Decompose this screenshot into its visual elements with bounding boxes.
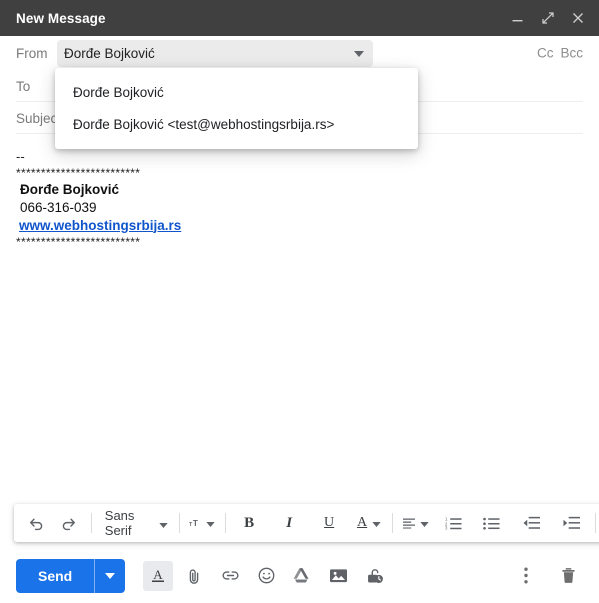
chevron-down-icon (158, 516, 168, 531)
redo-icon[interactable] (52, 510, 84, 536)
bulleted-list-icon[interactable] (476, 510, 508, 536)
align-icon[interactable] (400, 510, 432, 536)
dropdown-option-0[interactable]: Đorđe Bojković (55, 76, 418, 108)
indent-more-icon[interactable] (556, 510, 588, 536)
svg-text:3: 3 (445, 526, 448, 530)
text-color-button[interactable]: A (353, 510, 385, 536)
chevron-down-icon (372, 514, 381, 532)
bcc-button[interactable]: Bcc (560, 46, 583, 61)
bold-button[interactable]: B (233, 510, 265, 536)
font-size-icon[interactable]: T T (186, 510, 218, 536)
close-button[interactable] (568, 9, 587, 28)
send-options-button[interactable] (95, 559, 125, 593)
dropdown-option-1[interactable]: Đorđe Bojković <test@webhostingsrbija.rs… (55, 108, 418, 140)
toolbar-divider (594, 513, 596, 533)
signature-link-row: www.webhostingsrbija.rs (16, 217, 583, 235)
compose-tools: A (143, 560, 389, 591)
compose-action-bar: Send A (0, 548, 599, 603)
insert-drive-icon[interactable] (287, 561, 317, 591)
toolbar-divider (225, 513, 227, 533)
signature-separator: -- (16, 149, 25, 164)
send-button-group: Send (16, 558, 126, 593)
signature-link[interactable]: www.webhostingsrbija.rs (19, 217, 181, 235)
from-label: From (16, 45, 48, 61)
text-color-label: A (357, 515, 368, 530)
insert-photo-icon[interactable] (323, 561, 353, 591)
message-body[interactable]: -- ************************* Đorđe Bojko… (0, 135, 599, 490)
subject-label: Subject (16, 110, 62, 126)
font-family-value: Sans Serif (104, 508, 135, 538)
toolbar-divider (91, 513, 92, 533)
from-select-value: Đorđe Bojković (64, 45, 155, 61)
from-dropdown-menu: Đorđe Bojković Đorđe Bojković <test@webh… (55, 68, 418, 149)
insert-emoji-icon[interactable] (251, 561, 281, 591)
window-title: New Message (16, 10, 106, 26)
chevron-down-icon (354, 44, 364, 62)
svg-text:A: A (154, 567, 164, 582)
italic-button[interactable]: I (273, 510, 305, 536)
cc-bcc-group: Cc Bcc (537, 46, 583, 61)
italic-label: I (286, 514, 293, 531)
attach-file-icon[interactable] (179, 561, 209, 591)
chevron-down-icon (206, 514, 215, 532)
formatting-toolbar: Sans Serif T T B I U A 1 2 3 (14, 504, 599, 542)
indent-less-icon[interactable] (516, 510, 548, 536)
window-controls (508, 9, 587, 28)
underline-button[interactable]: U (313, 510, 345, 536)
numbered-list-icon[interactable]: 1 2 3 (438, 510, 470, 536)
undo-icon[interactable] (20, 510, 52, 536)
signature-stars-bottom: ************************* (16, 234, 141, 249)
send-button[interactable]: Send (16, 559, 94, 593)
more-options-icon[interactable] (511, 561, 541, 591)
cc-button[interactable]: Cc (537, 46, 554, 61)
expand-button[interactable] (538, 9, 557, 28)
compose-right-tools (511, 561, 583, 591)
window-titlebar: New Message (0, 0, 599, 36)
formatting-options-icon[interactable]: A (143, 560, 174, 591)
insert-link-icon[interactable] (215, 561, 245, 591)
bold-label: B (244, 514, 255, 531)
signature-stars-top: ************************* (16, 165, 141, 180)
font-family-select[interactable]: Sans Serif (99, 508, 172, 538)
toolbar-divider (178, 513, 180, 533)
underline-label: U (324, 515, 335, 530)
from-row: From Đorđe Bojković Cc Bcc (0, 36, 599, 70)
minimize-button[interactable] (508, 9, 527, 28)
signature-phone: 066-316-039 (20, 199, 97, 215)
signature-name: Đorđe Bojković (20, 181, 120, 197)
confidential-mode-icon[interactable] (359, 561, 389, 591)
toolbar-divider (392, 513, 393, 533)
from-select[interactable]: Đorđe Bojković (57, 39, 373, 67)
chevron-down-icon (420, 514, 429, 532)
trash-icon[interactable] (553, 561, 583, 591)
svg-text:T: T (193, 519, 198, 528)
to-label: To (16, 78, 31, 94)
